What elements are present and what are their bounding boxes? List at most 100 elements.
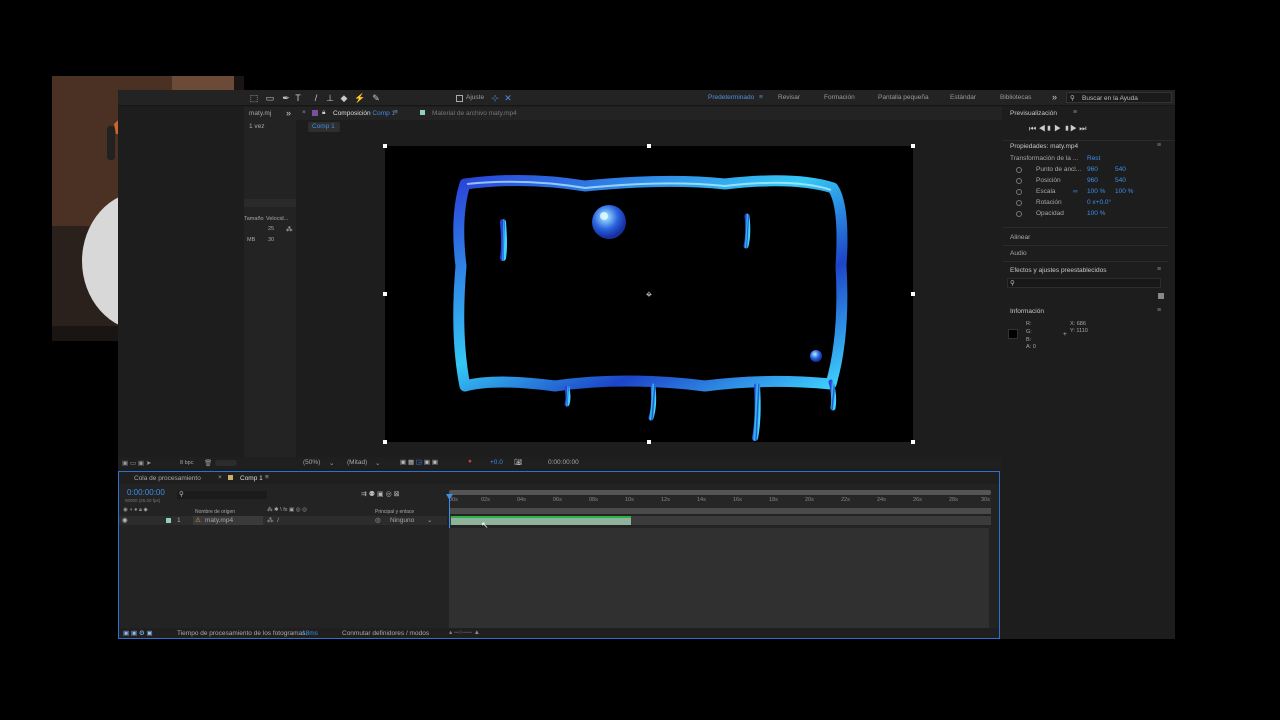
- time-ruler[interactable]: 00s 02s 04s 06s 08s 10s 12s 14s 16s 18s …: [449, 496, 991, 508]
- tab-close-icon[interactable]: ×: [302, 109, 306, 116]
- tab-comp-menu-icon[interactable]: ≡: [265, 474, 269, 481]
- ajuste-checkbox[interactable]: [456, 95, 463, 102]
- footer-toggle-icons[interactable]: ▣ ▣ ⚙ ▣: [123, 629, 153, 637]
- project-footer-icons[interactable]: ▣ ▭ ▣ ➤: [122, 459, 151, 467]
- effects-search-input[interactable]: ⚲: [1007, 278, 1161, 288]
- opacity-value[interactable]: 100 %: [1087, 210, 1105, 217]
- timeline-search-input[interactable]: ⚲: [177, 491, 267, 499]
- rotation-value[interactable]: 0 x+0.0°: [1087, 199, 1111, 206]
- color-channel-icon[interactable]: ●: [468, 458, 472, 465]
- opacity-stopwatch-icon[interactable]: [1016, 211, 1022, 217]
- selection-tool-icon[interactable]: ⬚: [248, 92, 260, 104]
- workspace-formacion[interactable]: Formación: [824, 94, 855, 101]
- anchor-x-value[interactable]: 960: [1087, 166, 1098, 173]
- tab-footage[interactable]: Material de archivo maty.mp4: [432, 110, 517, 117]
- timeline-graph-area[interactable]: [449, 528, 989, 630]
- rotation-stopwatch-icon[interactable]: [1016, 200, 1022, 206]
- workspace-bibliotecas[interactable]: Bibliotecas: [1000, 94, 1031, 101]
- workspace-menu-icon[interactable]: ≡: [759, 94, 763, 101]
- puppet-pin-icon[interactable]: ✎: [370, 92, 382, 104]
- project-scroll[interactable]: [215, 460, 237, 466]
- layer-label-color[interactable]: [166, 518, 171, 523]
- handle-bl[interactable]: [383, 440, 387, 444]
- workspace-revisar[interactable]: Revisar: [778, 94, 800, 101]
- handle-mr[interactable]: [911, 292, 915, 296]
- info-menu-icon[interactable]: ≡: [1157, 307, 1161, 314]
- handle-tl[interactable]: [383, 144, 387, 148]
- snap-icon[interactable]: ⊹: [489, 92, 501, 104]
- effects-scroll-icon[interactable]: [1158, 293, 1164, 299]
- work-area-bar[interactable]: [449, 508, 991, 514]
- workspace-predeterminado[interactable]: Predeterminado: [708, 94, 754, 101]
- eraser-tool-icon[interactable]: ◆: [338, 92, 350, 104]
- scale-x-value[interactable]: 100 %: [1087, 188, 1105, 195]
- scale-link-icon[interactable]: ∞: [1073, 188, 1078, 195]
- transform-reset-link[interactable]: Rest: [1087, 155, 1100, 162]
- pen-tool-icon[interactable]: ✒: [280, 92, 292, 104]
- zoom-chevron-icon[interactable]: ⌄: [329, 459, 334, 467]
- layer-row[interactable]: ◉ 1 ⚠ maty.mp4 ⁂ / ◎ Ninguno ⌄: [119, 516, 447, 525]
- resolution-dropdown[interactable]: (Mitad): [347, 459, 367, 466]
- handle-br[interactable]: [911, 440, 915, 444]
- position-y-value[interactable]: 540: [1115, 177, 1126, 184]
- handle-ml[interactable]: [383, 292, 387, 296]
- viewer-timecode[interactable]: 0:00:00:00: [548, 459, 579, 466]
- help-search-box[interactable]: ⚲ Buscar en la Ayuda: [1066, 92, 1172, 103]
- handle-tr[interactable]: [911, 144, 915, 148]
- playback-controls[interactable]: ⏮ ◀▮ ▶ ▮▶ ⏭: [1029, 124, 1087, 134]
- exposure-value[interactable]: +0.0: [490, 459, 503, 466]
- anchor-stopwatch-icon[interactable]: [1016, 167, 1022, 173]
- rectangle-tool-icon[interactable]: ▭: [264, 92, 276, 104]
- preview-menu-icon[interactable]: ≡: [1073, 109, 1077, 116]
- time-navigator[interactable]: [449, 490, 991, 495]
- align-panel-title[interactable]: Alinear: [1010, 234, 1030, 241]
- resolution-chevron-icon[interactable]: ⌄: [375, 459, 380, 467]
- audio-panel-title[interactable]: Audio: [1010, 250, 1027, 257]
- workspace-estandar[interactable]: Estándar: [950, 94, 976, 101]
- tab-render-queue[interactable]: Cola de procesamiento: [134, 475, 201, 482]
- flowchart-icon[interactable]: ⁂: [286, 225, 293, 233]
- camera-icon[interactable]: 📷︎: [514, 458, 522, 466]
- zoom-slider[interactable]: ▴ ─○── ▲: [449, 628, 480, 636]
- workspace-pantalla-pequena[interactable]: Pantalla pequeña: [878, 94, 929, 101]
- handle-bc[interactable]: [647, 440, 651, 444]
- clone-stamp-icon[interactable]: ⊥: [324, 92, 336, 104]
- lock-icon[interactable]: 🔒︎: [322, 109, 325, 117]
- layer-switches[interactable]: ⁂ /: [267, 516, 279, 524]
- timeline-switch-icons[interactable]: ⇉ ⚉ ▣ ◎ ⊠: [361, 490, 400, 498]
- type-tool-icon[interactable]: T: [292, 92, 304, 104]
- roto-brush-icon[interactable]: ⚡: [354, 92, 366, 104]
- region-icons[interactable]: ▣ ▦ ◲ ▣ ▣: [400, 458, 438, 466]
- scale-stopwatch-icon[interactable]: [1016, 189, 1022, 195]
- zoom-dropdown[interactable]: (50%): [303, 459, 320, 466]
- comp-breadcrumb[interactable]: Comp 1: [308, 122, 340, 132]
- parent-dropdown[interactable]: Ninguno: [390, 517, 414, 524]
- project-panel-more-icon[interactable]: »: [286, 108, 291, 118]
- anchor-y-value[interactable]: 540: [1115, 166, 1126, 173]
- handle-tc[interactable]: [647, 144, 651, 148]
- tab-comp-1[interactable]: Comp 1: [240, 475, 263, 482]
- composition-canvas[interactable]: ⌖: [383, 144, 915, 444]
- layer-switch-header-icons[interactable]: ◉ ◖ ● 🔒︎ ◆: [123, 507, 148, 514]
- parent-pickwhip-icon[interactable]: ◎: [375, 516, 381, 524]
- parent-chevron-icon[interactable]: ⌄: [427, 516, 432, 524]
- tab-menu-icon[interactable]: ≡: [394, 109, 398, 116]
- layer-duration-bar[interactable]: [451, 518, 631, 525]
- more-workspaces-icon[interactable]: »: [1052, 92, 1057, 102]
- composition-viewer[interactable]: ⌖: [296, 134, 1002, 456]
- properties-menu-icon[interactable]: ≡: [1157, 142, 1161, 149]
- position-x-value[interactable]: 960: [1087, 177, 1098, 184]
- scale-y-value[interactable]: 100 %: [1115, 188, 1133, 195]
- trash-icon[interactable]: 🗑︎: [204, 459, 212, 467]
- snap-options-icon[interactable]: ✕: [502, 92, 514, 104]
- bpc-label[interactable]: 8 bpc: [180, 460, 193, 466]
- toggle-switches-modes[interactable]: Conmutar definidores / modos: [342, 630, 429, 637]
- timeline-timecode[interactable]: 0:00:00:00: [127, 488, 165, 497]
- effects-menu-icon[interactable]: ≡: [1157, 266, 1161, 273]
- anchor-point-icon[interactable]: ⌖: [646, 288, 652, 301]
- tab-composition[interactable]: Composición Comp 1: [333, 110, 395, 117]
- layer-visibility-icon[interactable]: ◉: [122, 516, 128, 524]
- position-stopwatch-icon[interactable]: [1016, 178, 1022, 184]
- tab-close-icon[interactable]: ×: [218, 474, 222, 481]
- brush-tool-icon[interactable]: /: [310, 92, 322, 104]
